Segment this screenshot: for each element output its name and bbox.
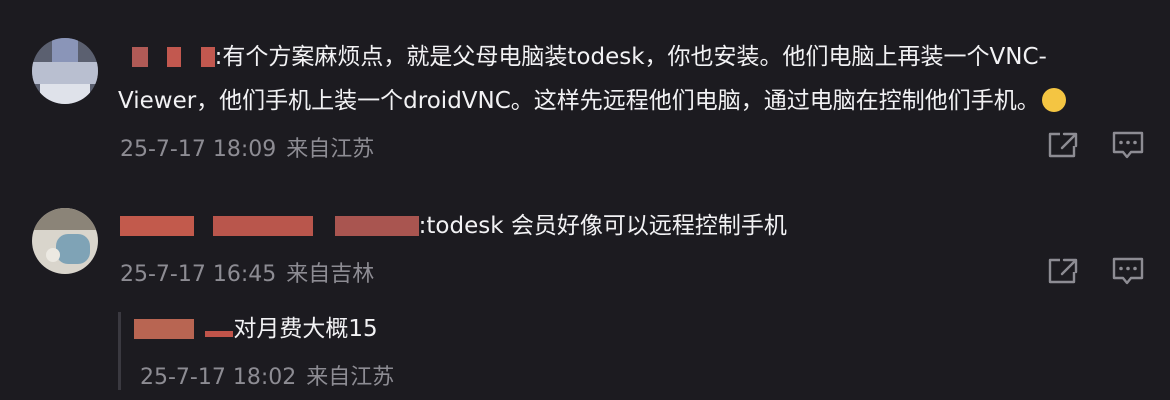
reply-text: 对月费大概15	[134, 309, 378, 349]
comment-text: :有个方案麻烦点，就是父母电脑装todesk，你也安装。他们电脑上再装一个VNC…	[132, 37, 1047, 77]
timestamp: 25-7-17 18:02	[140, 365, 297, 390]
username-masked[interactable]	[120, 206, 419, 246]
username-masked[interactable]	[132, 37, 215, 77]
comment-text-line2: Viewer，他们手机上装一个droidVNC。这样先远程他们电脑，通过电脑在控…	[118, 88, 1040, 114]
timestamp: 25-7-17 16:45	[120, 262, 277, 287]
avatar[interactable]	[32, 208, 98, 274]
comment-icon[interactable]	[1111, 130, 1145, 160]
reply-divider	[118, 312, 121, 390]
comment-meta: 25-7-17 18:09 来自江苏	[120, 131, 374, 163]
comment-text-content: :todesk 会员好像可以远程控制手机	[418, 213, 787, 239]
avatar-image-part	[46, 248, 60, 262]
avatar-image-part	[52, 38, 78, 62]
location: 来自江苏	[306, 365, 395, 390]
avatar-image-part	[32, 208, 98, 230]
avatar-image-part	[40, 84, 90, 104]
avatar-image-part	[32, 62, 98, 84]
location: 来自江苏	[286, 137, 375, 162]
comment-text-line1: :有个方案麻烦点，就是父母电脑装todesk，你也安装。他们电脑上再装一个VNC…	[214, 44, 1047, 70]
avatar[interactable]	[32, 38, 98, 104]
timestamp: 25-7-17 18:09	[120, 137, 277, 162]
crying-laughing-emoji-icon	[1041, 88, 1066, 112]
comment-icon[interactable]	[1111, 256, 1145, 286]
share-icon[interactable]	[1046, 130, 1080, 160]
username-masked[interactable]	[134, 309, 234, 349]
reply-text-content: 对月费大概15	[233, 316, 378, 342]
location: 来自吉林	[286, 262, 375, 287]
comment-meta: 25-7-17 16:45 来自吉林	[120, 256, 374, 288]
comment-text-line2-wrap: Viewer，他们手机上装一个droidVNC。这样先远程他们电脑，通过电脑在控…	[118, 81, 1066, 121]
avatar-image-part	[56, 234, 90, 264]
comment-text: :todesk 会员好像可以远程控制手机	[120, 206, 787, 246]
share-icon[interactable]	[1046, 256, 1080, 286]
reply-meta: 25-7-17 18:02 来自江苏	[140, 359, 394, 391]
